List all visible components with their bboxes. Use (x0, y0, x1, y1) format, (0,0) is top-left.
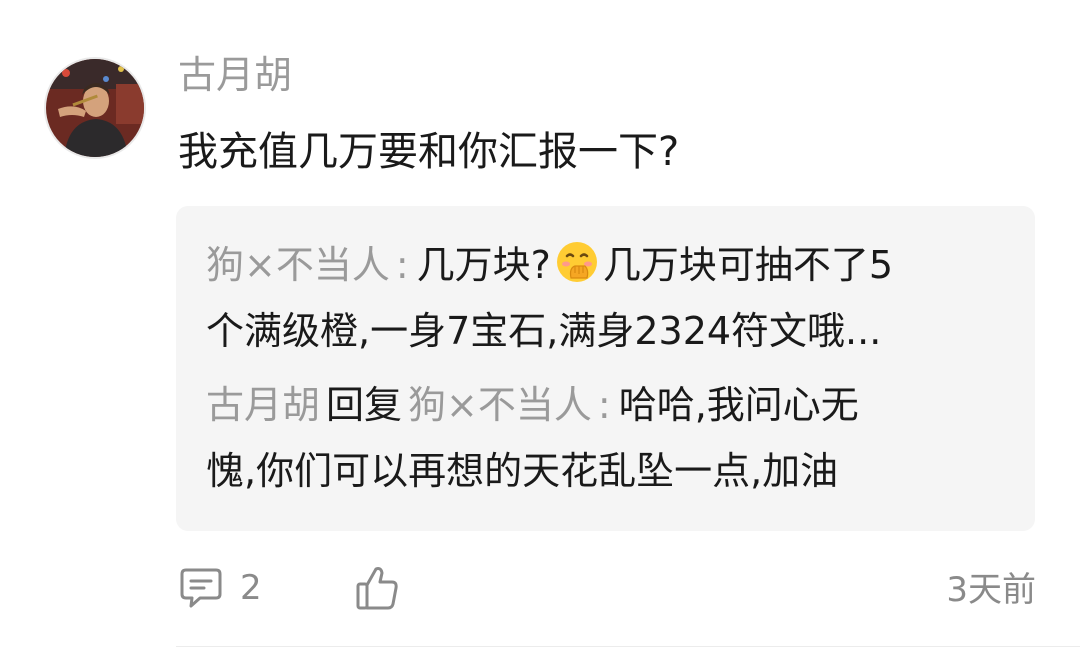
comment-card: 古月胡 我充值几万要和你汇报一下? 狗×不当人: 几万块? 几万块可抽不了5 个满级… (0, 0, 1080, 660)
reply-nickname[interactable]: 狗×不当人 (206, 243, 390, 287)
comment-bubble-icon (180, 568, 222, 608)
reply-text-line2: 愧,你们可以再想的天花乱坠一点,加油 (206, 449, 839, 493)
comment-count: 2 (240, 568, 262, 608)
divider (176, 646, 1080, 647)
hand-over-mouth-emoji-icon (555, 240, 599, 284)
reply-nickname[interactable]: 古月胡 (206, 383, 320, 427)
reply-colon: : (597, 383, 611, 427)
replies-box[interactable]: 狗×不当人: 几万块? 几万块可抽不了5 个满级橙,一身7宝石,满身2324符文哦.… (176, 206, 1035, 531)
reply-text-line2: 个满级橙,一身7宝石,满身2324符文哦... (206, 309, 882, 353)
reply-to-label: 回复 (326, 383, 403, 427)
reply-item: 狗×不当人: 几万块? 几万块可抽不了5 个满级橙,一身7宝石,满身2324符文哦.… (206, 232, 1005, 364)
reply-text: 哈哈,我问心无 (618, 383, 859, 427)
thumbs-up-icon (356, 567, 398, 610)
comment-time: 3天前 (946, 570, 1036, 610)
reply-target-nickname[interactable]: 狗×不当人 (408, 383, 592, 427)
reply-item: 古月胡 回复 狗×不当人: 哈哈,我问心无愧,你们可以再想的天花乱坠一点,加油 (206, 372, 1005, 504)
reply-text-cont: 几万块可抽不了5 (602, 243, 894, 287)
reply-text: 几万块? (416, 243, 551, 287)
user-avatar[interactable] (44, 57, 146, 159)
comment-content: 我充值几万要和你汇报一下? (178, 129, 680, 175)
avatar-photo-icon (46, 59, 144, 157)
comment-username[interactable]: 古月胡 (178, 48, 292, 102)
reply-colon: : (395, 243, 409, 287)
like-button[interactable] (354, 564, 400, 616)
comment-actions: 2 3天前 (178, 560, 1036, 620)
reply-button[interactable]: 2 (178, 566, 262, 610)
